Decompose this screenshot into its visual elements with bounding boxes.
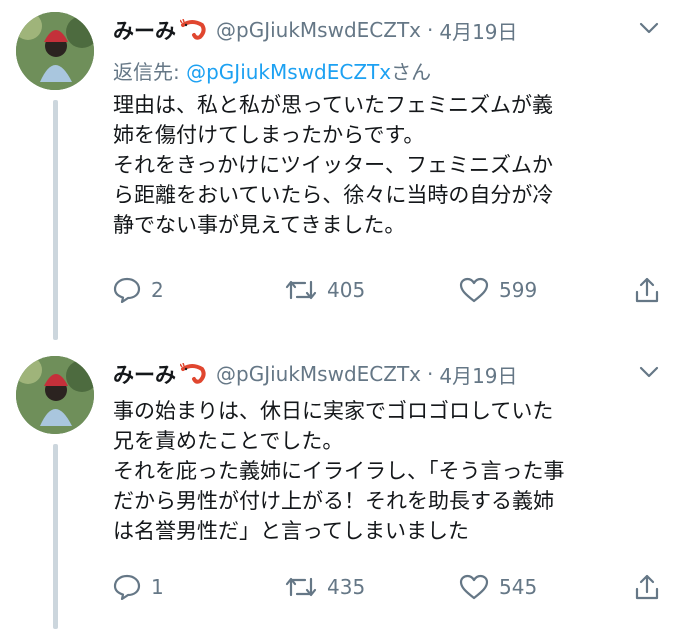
tweet-text-line: 事の始まりは、休日に実家でゴロゴロしていた [113,399,554,423]
avatar[interactable] [16,356,94,434]
tweet-2[interactable]: みーみ @pGJiukMswdECZTx · 4月19日 事の始まりは、休日に実… [0,344,680,629]
shrimp-emoji-icon [179,362,206,385]
share-button[interactable] [635,275,659,305]
tweet-text: 理由は、私と私が思っていたフェミニズムが義 姉を傷付けてしまったからです。 それ… [113,90,658,240]
like-button[interactable]: 545 [459,572,537,602]
like-icon [459,574,489,600]
tweet-text-line: 静でない事が見えてきました。 [113,213,406,237]
tweet-text-line: 兄を責めたことでした。 [113,429,344,453]
display-name[interactable]: みーみ [113,359,176,389]
separator-dot: · [427,18,434,42]
reply-button[interactable]: 2 [113,275,164,305]
like-button[interactable]: 599 [459,275,537,305]
tweet-text-line: それをきっかけにツイッター、フェミニズムか [113,153,553,177]
retweet-button[interactable]: 405 [285,275,365,305]
tweet-text-line: 理由は、私と私が思っていたフェミニズムが義 [113,93,553,117]
tweet-date[interactable]: 4月19日 [439,16,517,45]
like-icon [459,277,489,303]
reply-button[interactable]: 1 [113,572,164,602]
thread-line [53,444,58,629]
tweet-header: みーみ @pGJiukMswdECZTx · 4月19日 [113,14,518,46]
reply-suffix: さん [391,60,432,84]
tweet-actions: 2 405 599 [113,275,663,305]
tweet-text: 事の始まりは、休日に実家でゴロゴロしていた 兄を責めたことでした。 それを庇った… [113,396,658,546]
user-handle[interactable]: @pGJiukMswdECZTx [216,18,421,42]
tweet-actions: 1 435 545 [113,572,663,602]
reply-icon [113,574,141,600]
reply-mention-link[interactable]: @pGJiukMswdECZTx [186,60,391,84]
tweet-1[interactable]: みーみ @pGJiukMswdECZTx · 4月19日 返信先: @pGJiu… [0,0,680,340]
tweet-text-line: それを庇った義姉にイライラし、「そう言った事 [113,459,565,483]
tweet-header: みーみ @pGJiukMswdECZTx · 4月19日 [113,358,518,390]
separator-dot: · [427,362,434,386]
user-handle[interactable]: @pGJiukMswdECZTx [216,362,421,386]
like-count: 599 [499,278,538,302]
share-icon [635,277,659,303]
replying-to: 返信先: @pGJiukMswdECZTxさん [113,56,431,85]
shrimp-emoji-icon [179,18,206,41]
tweet-text-line: は名誉男性だ」と言ってしまいました [113,519,469,543]
retweet-count: 405 [327,278,366,302]
chevron-down-icon[interactable] [638,20,660,36]
reply-count: 2 [151,278,164,302]
share-icon [635,574,659,600]
reply-prefix: 返信先: [113,60,187,84]
reply-count: 1 [151,575,164,599]
reply-icon [113,277,141,303]
display-name[interactable]: みーみ [113,15,176,45]
retweet-button[interactable]: 435 [285,572,365,602]
share-button[interactable] [635,572,659,602]
tweet-date[interactable]: 4月19日 [439,360,517,389]
like-count: 545 [499,575,538,599]
chevron-down-icon[interactable] [638,364,660,380]
retweet-icon [285,280,317,300]
retweet-icon [285,577,317,597]
tweet-text-line: 姉を傷付けてしまったからです。 [113,123,425,147]
tweet-text-line: ら距離をおいていたら、徐々に当時の自分が冷 [113,183,554,207]
avatar[interactable] [16,12,94,90]
thread-line [53,100,58,340]
retweet-count: 435 [327,575,366,599]
tweet-text-line: だから男性が付け上がる！それを助長する義姉 [113,489,554,513]
